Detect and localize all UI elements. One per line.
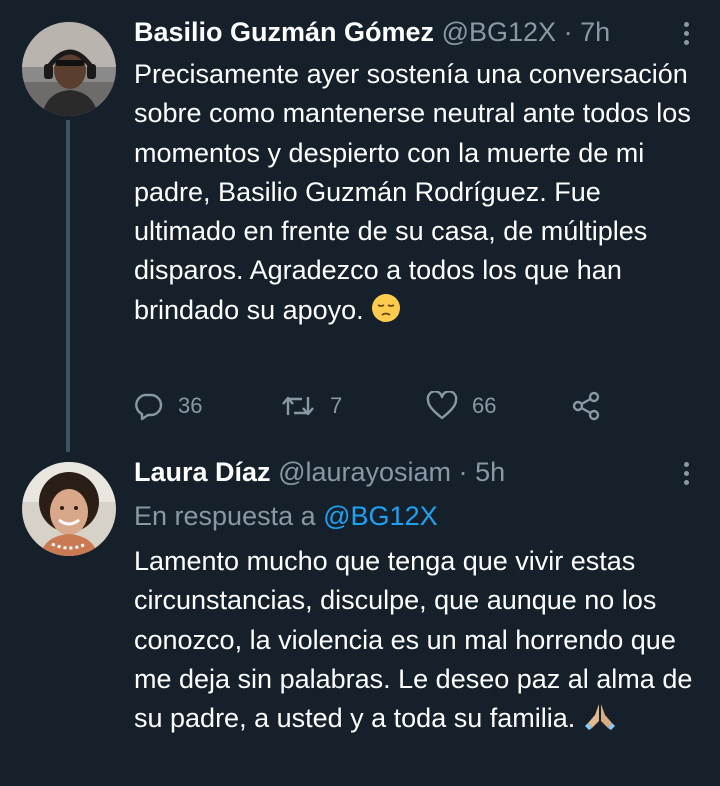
retweet-button[interactable]: 7 — [280, 390, 342, 422]
separator: · — [563, 17, 573, 47]
reply-button[interactable]: 36 — [134, 390, 202, 422]
reply-prefix: En respuesta a — [134, 501, 316, 531]
tweet-text: Precisamente ayer sostenía una conversac… — [134, 55, 704, 334]
like-count: 66 — [472, 393, 497, 418]
reply-count: 36 — [178, 393, 203, 418]
retweet-count: 7 — [330, 393, 343, 418]
thread-line — [66, 120, 70, 452]
tweet: Laura Díaz @laurayosiam · 5h En respuest… — [0, 452, 720, 786]
heart-icon — [426, 391, 458, 420]
more-options-icon[interactable] — [676, 458, 696, 488]
folded-hands-icon — [583, 701, 617, 742]
avatar[interactable] — [22, 22, 116, 116]
retweet-icon — [282, 396, 314, 416]
avatar[interactable] — [22, 462, 116, 556]
more-options-icon[interactable] — [676, 18, 696, 48]
separator: · — [458, 457, 468, 487]
timestamp[interactable]: 7h — [580, 17, 610, 47]
tweet-actions: 36 7 66 — [134, 390, 614, 422]
tweet-body: Precisamente ayer sostenía una conversac… — [134, 59, 691, 325]
reply-context: En respuesta a @BG12X — [134, 500, 438, 532]
like-button[interactable]: 66 — [426, 390, 496, 422]
author-name[interactable]: Laura Díaz — [134, 457, 271, 487]
tweet-header: Basilio Guzmán Gómez @BG12X · 7h — [134, 16, 610, 48]
share-icon — [572, 391, 600, 421]
author-handle[interactable]: @laurayosiam — [278, 457, 451, 487]
author-name[interactable]: Basilio Guzmán Gómez — [134, 17, 434, 47]
reply-mention-link[interactable]: @BG12X — [323, 501, 437, 531]
share-button[interactable] — [570, 390, 602, 422]
timestamp[interactable]: 5h — [475, 457, 505, 487]
tweet-text: Lamento mucho que tenga que vivir estas … — [134, 542, 704, 742]
tweet: Basilio Guzmán Gómez @BG12X · 7h Precisa… — [0, 0, 720, 452]
author-handle[interactable]: @BG12X — [442, 17, 556, 47]
tweet-header: Laura Díaz @laurayosiam · 5h — [134, 456, 505, 488]
pensive-face-icon — [371, 293, 401, 334]
reply-icon — [135, 393, 163, 421]
